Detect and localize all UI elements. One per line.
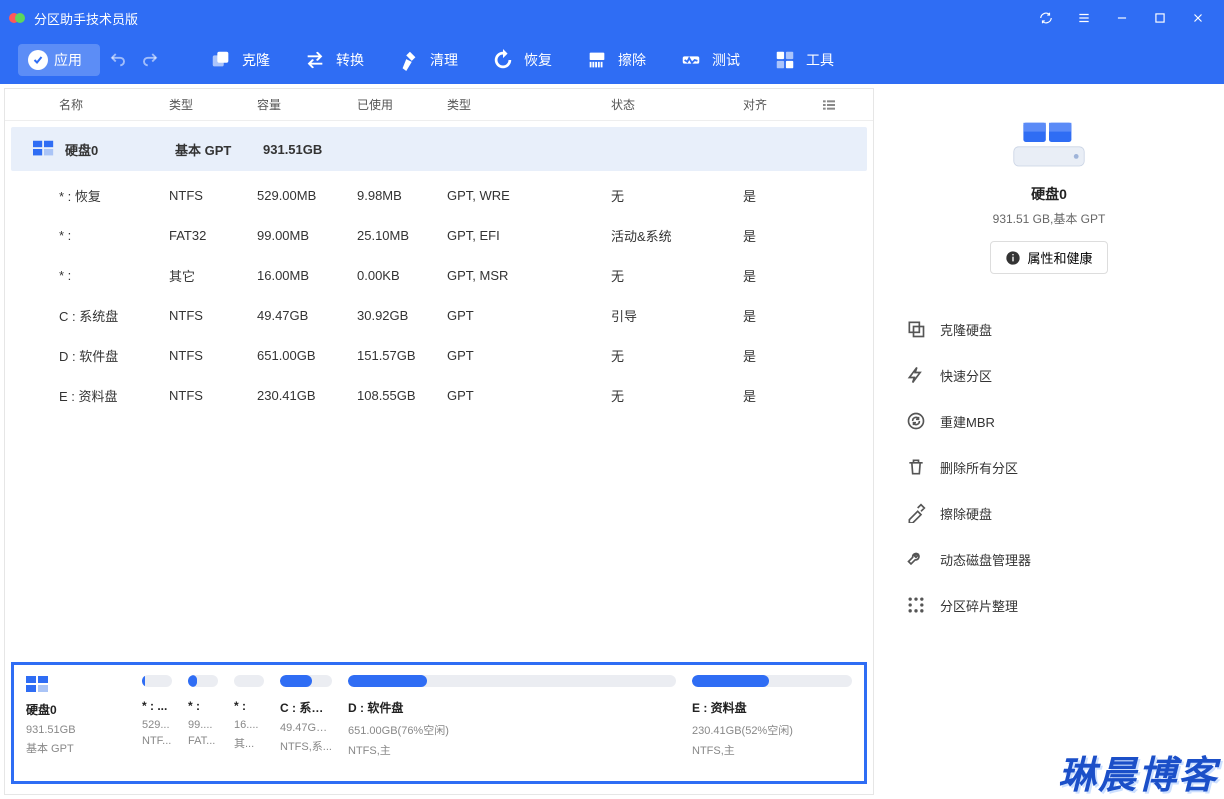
- test-button[interactable]: 测试: [674, 43, 764, 77]
- col-used[interactable]: 已使用: [357, 96, 447, 113]
- side-panel: 硬盘0 931.51 GB,基本 GPT 属性和健康 克隆硬盘快速分区重建MBR…: [874, 84, 1224, 799]
- table-header: 名称 类型 容量 已使用 类型 状态 对齐: [5, 89, 873, 121]
- side-disk-name: 硬盘0: [884, 184, 1214, 204]
- disk-map-disk[interactable]: 硬盘0 931.51GB 基本 GPT: [20, 675, 132, 771]
- recover-button[interactable]: 恢复: [486, 43, 576, 77]
- disk-map-partition[interactable]: * :99....FAT...: [182, 675, 224, 771]
- close-icon[interactable]: [1180, 0, 1216, 36]
- partition-row[interactable]: * : 恢复NTFS529.00MB9.98MBGPT, WRE无是: [5, 175, 873, 215]
- action-icon: [906, 457, 926, 477]
- disk-icon: [33, 140, 65, 158]
- undo-button[interactable]: [104, 46, 132, 74]
- disk-map-partition[interactable]: D : 软件盘651.00GB(76%空闲)NTFS,主: [342, 675, 682, 771]
- side-action[interactable]: 删除所有分区: [902, 444, 1214, 490]
- col-ptype[interactable]: 类型: [447, 96, 611, 113]
- partition-row[interactable]: * :FAT3299.00MB25.10MBGPT, EFI活动&系统是: [5, 215, 873, 255]
- recover-icon: [492, 49, 514, 71]
- disk-icon: [26, 675, 126, 695]
- disk-map-partition[interactable]: C : 系统盘49.47GB...NTFS,系...: [274, 675, 338, 771]
- cleanup-icon: [398, 49, 420, 71]
- action-icon: [906, 411, 926, 431]
- properties-button[interactable]: 属性和健康: [990, 241, 1107, 274]
- action-icon: [906, 365, 926, 385]
- side-action[interactable]: 擦除硬盘: [902, 490, 1214, 536]
- refresh-icon[interactable]: [1028, 0, 1064, 36]
- disk-map-partition[interactable]: E : 资料盘230.41GB(52%空闲)NTFS,主: [686, 675, 858, 771]
- side-disk-info: 931.51 GB,基本 GPT: [884, 210, 1214, 227]
- clone-icon: [210, 49, 232, 71]
- tools-button[interactable]: 工具: [768, 43, 858, 77]
- wipe-button[interactable]: 擦除: [580, 43, 670, 77]
- titlebar: 分区助手技术员版: [0, 0, 1224, 36]
- partition-row[interactable]: E : 资料盘NTFS230.41GB108.55GBGPT无是: [5, 375, 873, 415]
- menu-icon[interactable]: [1066, 0, 1102, 36]
- side-action[interactable]: 动态磁盘管理器: [902, 536, 1214, 582]
- app-logo-icon: [8, 9, 26, 27]
- convert-button[interactable]: 转换: [298, 43, 388, 77]
- tools-icon: [774, 49, 796, 71]
- col-align[interactable]: 对齐: [743, 96, 813, 113]
- side-action[interactable]: 分区碎片整理: [902, 582, 1214, 628]
- disk-map-partition[interactable]: * :16....其...: [228, 675, 270, 771]
- window-title: 分区助手技术员版: [34, 9, 1028, 28]
- action-icon: [906, 503, 926, 523]
- col-fs[interactable]: 类型: [169, 96, 257, 113]
- action-icon: [906, 595, 926, 615]
- list-view-icon[interactable]: [813, 97, 845, 113]
- col-state[interactable]: 状态: [611, 96, 743, 113]
- apply-button[interactable]: 应用: [18, 44, 100, 76]
- col-name[interactable]: 名称: [59, 96, 169, 113]
- toolbar: 应用 克隆 转换 清理 恢复 擦除 测试 工具: [0, 36, 1224, 84]
- partition-row[interactable]: C : 系统盘NTFS49.47GB30.92GBGPT引导是: [5, 295, 873, 335]
- apply-label: 应用: [54, 50, 82, 70]
- disk-map: 硬盘0 931.51GB 基本 GPT * : ...529...NTF...*…: [11, 662, 867, 784]
- disk-row[interactable]: 硬盘0 基本 GPT 931.51GB: [11, 127, 867, 171]
- action-icon: [906, 549, 926, 569]
- side-action[interactable]: 重建MBR: [902, 398, 1214, 444]
- test-icon: [680, 49, 702, 71]
- partition-row[interactable]: * :其它16.00MB0.00KBGPT, MSR无是: [5, 255, 873, 295]
- action-icon: [906, 319, 926, 339]
- partition-row[interactable]: D : 软件盘NTFS651.00GB151.57GBGPT无是: [5, 335, 873, 375]
- wipe-icon: [586, 49, 608, 71]
- clone-button[interactable]: 克隆: [204, 43, 294, 77]
- disk-map-partition[interactable]: * : ...529...NTF...: [136, 675, 178, 771]
- col-capacity[interactable]: 容量: [257, 96, 357, 113]
- convert-icon: [304, 49, 326, 71]
- maximize-icon[interactable]: [1142, 0, 1178, 36]
- redo-button[interactable]: [136, 46, 164, 74]
- minimize-icon[interactable]: [1104, 0, 1140, 36]
- cleanup-button[interactable]: 清理: [392, 43, 482, 77]
- side-action[interactable]: 快速分区: [902, 352, 1214, 398]
- table-body: 硬盘0 基本 GPT 931.51GB * : 恢复NTFS529.00MB9.…: [5, 121, 873, 662]
- partition-list-panel: 名称 类型 容量 已使用 类型 状态 对齐 硬盘0 基本 GPT 931.51G…: [4, 88, 874, 795]
- side-action[interactable]: 克隆硬盘: [902, 306, 1214, 352]
- disk-image-icon: [1009, 118, 1089, 172]
